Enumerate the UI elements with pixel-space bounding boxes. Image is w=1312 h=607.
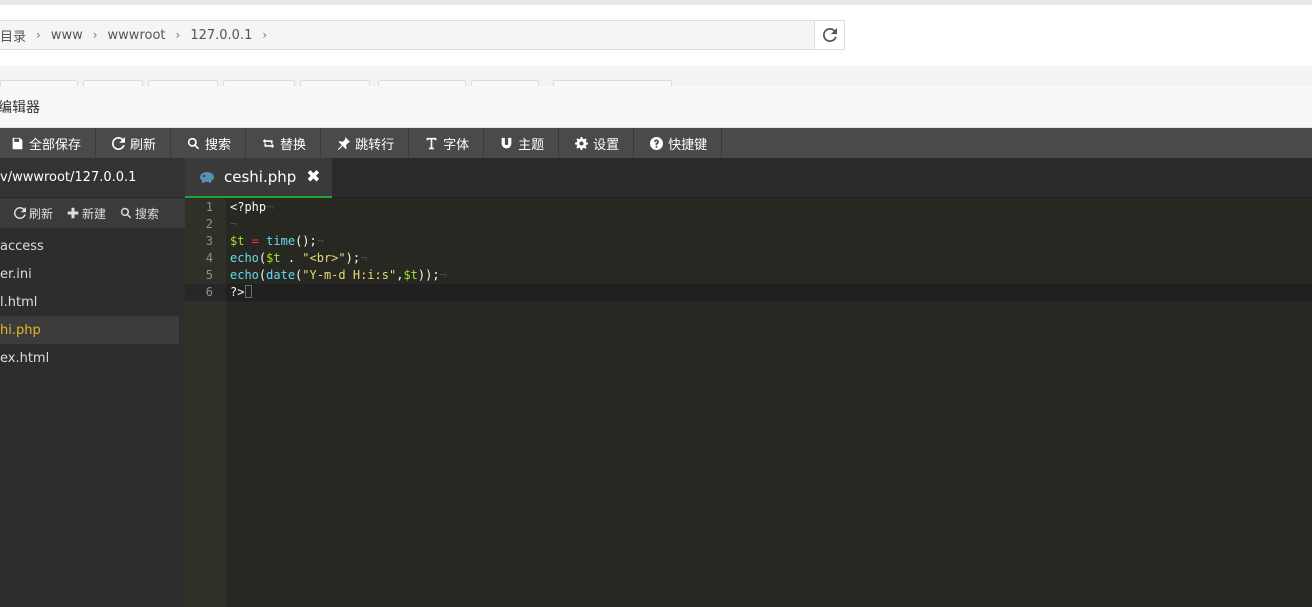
breadcrumb-item-root[interactable]: 目录 ›: [0, 21, 51, 49]
sidebar-action-label: 刷新: [29, 206, 54, 221]
online-editor-window: 编辑器 全部保存 刷新 搜索 替换 跳转行 字体 主题 设置 快捷键 v/www…: [0, 86, 1312, 607]
php-elephant-icon: [199, 171, 215, 183]
line-end-marker: ¬: [266, 200, 274, 214]
code-line[interactable]: ¬: [226, 216, 1312, 233]
line-number: 3: [205, 234, 213, 248]
sidebar-refresh-button[interactable]: 刷新: [14, 205, 53, 222]
breadcrumb-item-host[interactable]: 127.0.0.1 ›: [190, 21, 277, 49]
file-name: hi.php: [0, 322, 41, 338]
plus-icon: [67, 207, 79, 219]
replace-button[interactable]: 替换: [246, 128, 322, 158]
toolbar-label: 主题: [518, 137, 545, 153]
settings-button[interactable]: 设置: [559, 128, 635, 158]
sidebar-new-button[interactable]: 新建: [67, 205, 106, 222]
toolbar-label: 快捷键: [668, 137, 708, 153]
chevron-right-icon: ›: [36, 28, 41, 42]
line-number: 2: [205, 217, 213, 231]
font-icon: [423, 135, 439, 151]
refresh-icon: [822, 28, 837, 42]
line-end-marker: ¬: [230, 217, 238, 231]
refresh-icon: [14, 207, 26, 219]
save-icon: [9, 135, 25, 151]
file-list: access er.ini l.html hi.php ex.html: [0, 228, 185, 372]
line-end-marker: ¬: [439, 268, 447, 282]
font-button[interactable]: 字体: [409, 128, 485, 158]
breadcrumb-label: 127.0.0.1: [190, 27, 253, 43]
editor-title-bar: 编辑器: [0, 86, 1312, 128]
pin-icon: [335, 135, 351, 151]
file-manager-button-row: [0, 66, 1312, 88]
toolbar-label: 全部保存: [29, 137, 82, 153]
breadcrumb-label: www: [50, 27, 83, 43]
file-item[interactable]: l.html: [0, 288, 179, 316]
tab-ceshi-php[interactable]: ceshi.php ✖: [185, 158, 332, 198]
file-item-active[interactable]: hi.php: [0, 316, 179, 344]
breadcrumb-item-wwwroot[interactable]: wwwroot ›: [108, 21, 191, 49]
text-cursor: [245, 285, 253, 298]
toolbar-label: 替换: [280, 137, 307, 153]
file-item[interactable]: access: [0, 232, 179, 260]
code-line[interactable]: $t = time();¬: [226, 233, 1312, 250]
file-tree-sidebar: v/wwwroot/127.0.0.1 刷新 新建 搜索 access er.i…: [0, 158, 185, 607]
file-name: l.html: [0, 294, 38, 310]
line-number: 5: [205, 268, 213, 282]
chevron-right-icon: ›: [175, 28, 181, 42]
toolbar-label: 搜索: [205, 137, 232, 153]
file-name: ex.html: [0, 350, 50, 366]
save-all-button[interactable]: 全部保存: [0, 128, 97, 158]
toolbar-label: 跳转行: [355, 137, 395, 153]
sidebar-current-path: v/wwwroot/127.0.0.1: [0, 158, 185, 198]
editor-tab-bar: ceshi.php ✖: [185, 158, 1312, 198]
file-name: er.ini: [0, 266, 32, 282]
toolbar-label: 刷新: [130, 137, 157, 153]
sidebar-path-label: v/wwwroot/127.0.0.1: [0, 170, 137, 185]
file-item[interactable]: ex.html: [0, 344, 179, 372]
search-icon: [120, 207, 132, 219]
refresh-icon: [110, 135, 126, 151]
sidebar-action-label: 搜索: [135, 206, 160, 221]
sidebar-actions: 刷新 新建 搜索: [0, 198, 185, 228]
tab-label: ceshi.php: [224, 168, 297, 186]
search-icon: [185, 135, 201, 151]
code-line[interactable]: ?>: [226, 284, 1312, 301]
line-end-marker: ¬: [360, 251, 368, 265]
toolbar-label: 设置: [593, 137, 620, 153]
breadcrumb-label: 目录: [0, 29, 27, 45]
file-item[interactable]: er.ini: [0, 260, 179, 288]
magnet-icon: [498, 135, 514, 151]
sidebar-action-label: 新建: [82, 206, 107, 221]
file-name: access: [0, 238, 44, 254]
shortcuts-button[interactable]: 快捷键: [634, 128, 723, 158]
editor-title: 编辑器: [0, 99, 40, 116]
line-end-marker: ¬: [316, 234, 324, 248]
theme-button[interactable]: 主题: [484, 128, 560, 158]
path-refresh-button[interactable]: [814, 20, 845, 50]
breadcrumb-label: wwwroot: [107, 27, 166, 43]
code-line[interactable]: <?php¬: [226, 199, 1312, 216]
toolbar-filler: [722, 128, 1312, 158]
sidebar-search-button[interactable]: 搜索: [120, 205, 159, 222]
chevron-right-icon: ›: [262, 28, 268, 42]
code-line[interactable]: echo(date("Y-m-d H:i:s",$t));¬: [226, 267, 1312, 284]
line-number-current: 6: [185, 284, 226, 301]
editor-toolbar: 全部保存 刷新 搜索 替换 跳转行 字体 主题 设置 快捷键: [0, 128, 1312, 158]
breadcrumb: 目录 › www › wwwroot › 127.0.0.1 ›: [0, 20, 815, 50]
replace-icon: [260, 135, 276, 151]
refresh-button[interactable]: 刷新: [96, 128, 172, 158]
line-number: 4: [205, 251, 213, 265]
search-button[interactable]: 搜索: [171, 128, 247, 158]
help-icon: [648, 135, 664, 151]
gear-icon: [573, 135, 589, 151]
goto-line-button[interactable]: 跳转行: [321, 128, 410, 158]
toolbar-label: 字体: [443, 137, 470, 153]
code-line[interactable]: echo($t . "<br>");¬: [226, 250, 1312, 267]
code-editor[interactable]: 1 2 3 4 5 6 <?php¬ ¬ $t = time();¬ echo($t …: [185, 199, 1312, 607]
chevron-right-icon: ›: [92, 28, 98, 42]
close-icon[interactable]: ✖: [306, 167, 320, 187]
breadcrumb-item-www[interactable]: www ›: [51, 21, 108, 49]
code-lines[interactable]: <?php¬ ¬ $t = time();¬ echo($t . "<br>");¬ e…: [226, 199, 1312, 301]
line-number-gutter: 1 2 3 4 5 6: [185, 199, 226, 607]
line-number: 1: [205, 200, 213, 214]
